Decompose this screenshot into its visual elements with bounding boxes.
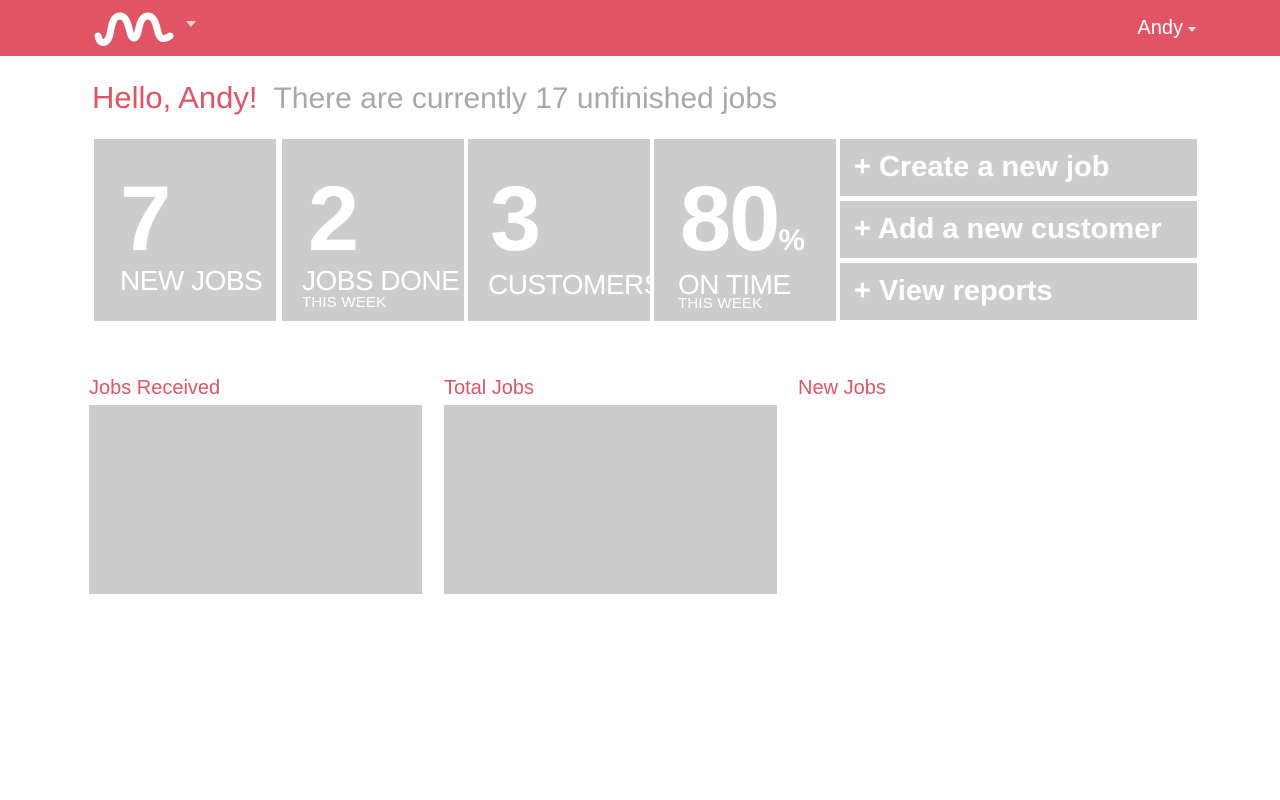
user-name: Andy <box>1137 16 1183 39</box>
total-jobs-title: Total Jobs <box>444 377 535 399</box>
squiggle-logo-icon <box>94 12 174 46</box>
stat-label: CUSTOMERS <box>488 269 650 300</box>
new-jobs-title: New Jobs <box>798 377 886 399</box>
stat-sublabel: THIS WEEK <box>302 294 387 311</box>
add-customer-button[interactable]: + Add a new customer <box>840 201 1197 258</box>
greeting-status: There are currently 17 unfinished jobs <box>273 82 778 115</box>
stat-label: NEW JOBS <box>120 265 263 296</box>
greeting-hello: Hello, Andy! <box>92 80 258 115</box>
stat-label: JOBS DONE <box>302 265 460 296</box>
stat-tile-on-time[interactable]: 80% ON TIME THIS WEEK <box>654 139 836 321</box>
stat-value-wrap: 80% <box>680 173 805 265</box>
create-job-button[interactable]: + Create a new job <box>840 139 1197 196</box>
stat-value: 2 <box>308 168 359 270</box>
logo-chevron-down-icon[interactable] <box>186 21 196 27</box>
user-menu[interactable]: Andy <box>1137 16 1196 40</box>
total-jobs-chart <box>444 405 777 594</box>
stat-tile-new-jobs[interactable]: 7 NEW JOBS <box>94 139 276 321</box>
jobs-received-title: Jobs Received <box>89 377 221 399</box>
chevron-down-icon <box>1188 26 1196 32</box>
stat-value: 80 <box>680 168 780 270</box>
jobs-received-chart <box>89 405 422 594</box>
stat-unit: % <box>778 224 806 257</box>
stat-value: 3 <box>490 168 541 270</box>
view-reports-button[interactable]: + View reports <box>840 263 1197 320</box>
stat-tile-customers[interactable]: 3 CUSTOMERS <box>468 139 650 321</box>
stat-tile-jobs-done[interactable]: 2 JOBS DONE THIS WEEK <box>282 139 464 321</box>
stat-value: 7 <box>120 168 171 270</box>
logo-menu[interactable] <box>92 10 176 46</box>
top-navbar: Andy <box>0 0 1280 56</box>
stat-sublabel: THIS WEEK <box>678 295 763 312</box>
greeting: Hello, Andy! There are currently 17 unfin… <box>92 78 777 118</box>
